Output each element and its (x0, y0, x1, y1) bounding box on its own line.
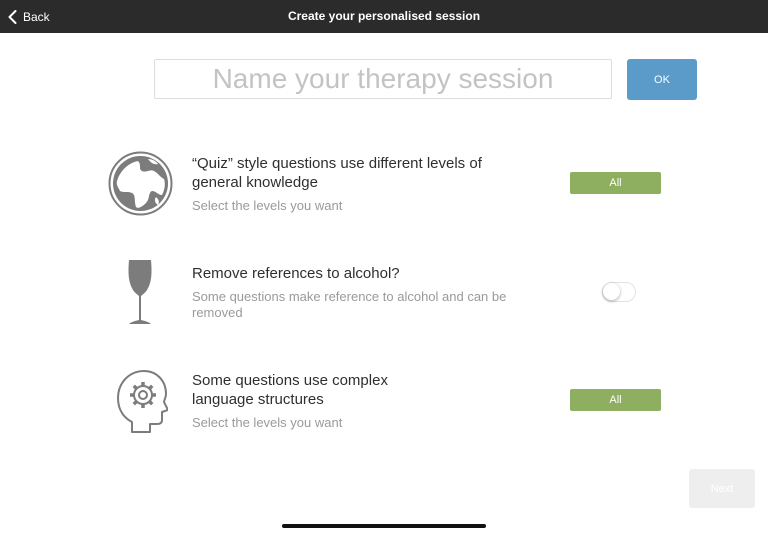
alcohol-option-subtitle: Some questions make reference to alcohol… (192, 289, 507, 320)
language-option-title: Some questions use complex language stru… (192, 372, 388, 408)
toggle-knob (603, 283, 620, 300)
quiz-option-subtitle: Select the levels you want (192, 198, 343, 213)
quiz-levels-button[interactable]: All (570, 172, 661, 194)
remove-alcohol-toggle[interactable] (602, 282, 636, 302)
globe-icon (108, 151, 173, 216)
next-button[interactable]: Next (689, 469, 755, 508)
alcohol-option-title: Remove references to alcohol? (192, 265, 400, 282)
language-option-subtitle: Select the levels you want (192, 415, 343, 430)
page-title: Create your personalised session (287, 9, 481, 23)
session-name-input[interactable] (154, 59, 612, 99)
ok-button[interactable]: OK (627, 59, 697, 100)
head-gear-icon (117, 370, 168, 433)
home-indicator (282, 524, 486, 528)
language-levels-button[interactable]: All (570, 389, 661, 411)
navigation-bar: Back Create your personalised session (0, 0, 768, 33)
wine-glass-icon (128, 260, 152, 324)
quiz-option-title: “Quiz” style questions use different lev… (192, 155, 482, 191)
